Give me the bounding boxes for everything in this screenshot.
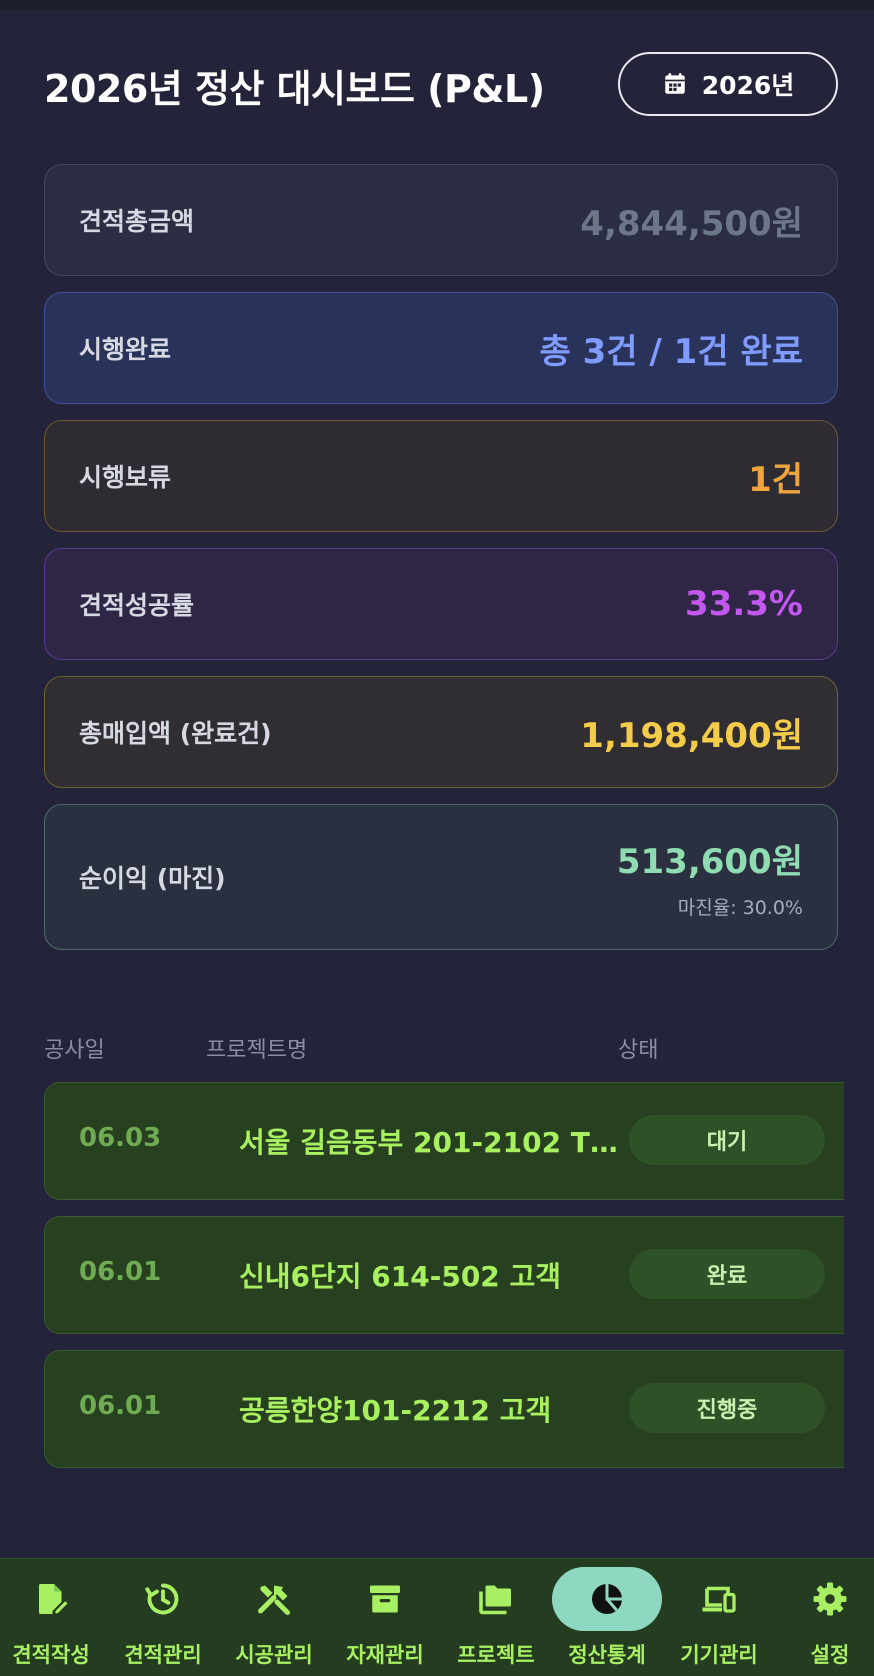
nav-item-devices[interactable]: 기기관리: [664, 1559, 774, 1676]
status-badge[interactable]: 진행중: [629, 1383, 825, 1433]
on-hold-card: 시행보류 1건: [44, 420, 838, 532]
nav-label: 정산통계: [568, 1643, 646, 1667]
calendar-icon: [664, 73, 685, 94]
purchase-total-value: 1,198,400원: [580, 715, 803, 756]
nav-item-construction[interactable]: 시공관리: [219, 1559, 329, 1676]
header: 2026년 정산 대시보드 (P&L) 2026년: [44, 52, 838, 116]
nav-label: 자재관리: [346, 1643, 424, 1667]
quote-total-card: 견적총금액 4,844,500원: [44, 164, 838, 276]
row-date: 06.01: [79, 1257, 162, 1287]
row-date: 06.03: [79, 1123, 162, 1153]
row-project: 공릉한양101-2212 고객: [239, 1394, 552, 1427]
on-hold-label: 시행보류: [79, 463, 172, 492]
column-date: 공사일: [44, 1038, 105, 1063]
pie-chart-icon: [592, 1584, 622, 1614]
net-profit-label: 순이익 (마진): [79, 864, 226, 893]
page-title: 2026년 정산 대시보드 (P&L): [44, 67, 545, 111]
tools-icon: [257, 1585, 291, 1616]
nav-label: 견적관리: [124, 1643, 202, 1667]
nav-item-project[interactable]: 프로젝트: [441, 1559, 551, 1676]
column-status: 상태: [618, 1038, 659, 1063]
column-project: 프로젝트명: [206, 1038, 308, 1063]
nav-label: 견적작성: [12, 1643, 90, 1667]
status-badge[interactable]: 완료: [629, 1249, 825, 1299]
nav-item-settlement[interactable]: 정산통계: [552, 1559, 662, 1676]
row-project: 서울 길음동부 201-2102 TEST: [239, 1126, 629, 1159]
purchase-total-label: 총매입액 (완료건): [79, 719, 272, 748]
quote-total-label: 견적총금액: [79, 207, 195, 236]
bottom-nav: 견적작성 견적관리 시공관리 자재관리 프로젝트 정산통계 기기관리 설정: [0, 1558, 874, 1676]
net-profit-value-group: 513,600원 마진율: 30.0%: [617, 834, 803, 920]
list-item[interactable]: 06.03 서울 길음동부 201-2102 TEST 대기: [44, 1082, 844, 1200]
list-item[interactable]: 06.01 공릉한양101-2212 고객 진행중: [44, 1350, 844, 1468]
nav-item-settings[interactable]: 설정: [775, 1559, 874, 1676]
success-rate-label: 견적성공률: [79, 591, 195, 620]
on-hold-value: 1건: [748, 459, 803, 500]
devices-icon: [702, 1586, 736, 1613]
year-select-button[interactable]: 2026년: [618, 52, 838, 116]
document-edit-icon: [39, 1584, 68, 1614]
quote-total-value: 4,844,500원: [580, 203, 803, 244]
row-date: 06.01: [79, 1391, 162, 1421]
nav-label: 시공관리: [235, 1643, 313, 1667]
margin-rate: 마진율: 30.0%: [677, 897, 803, 919]
completed-value: 총 3건 / 1건 완료: [539, 331, 803, 372]
list-item[interactable]: 06.01 신내6단지 614-502 고객 완료: [44, 1216, 844, 1334]
status-badge[interactable]: 대기: [629, 1115, 825, 1165]
folders-icon: [479, 1585, 511, 1615]
net-profit-card: 순이익 (마진) 513,600원 마진율: 30.0%: [44, 804, 838, 950]
list-header: 공사일 프로젝트명 상태: [44, 1032, 838, 1064]
gear-icon: [813, 1582, 847, 1616]
nav-item-materials[interactable]: 자재관리: [330, 1559, 440, 1676]
success-rate-value: 33.3%: [685, 584, 803, 624]
nav-item-quote-create[interactable]: 견적작성: [0, 1559, 106, 1676]
net-profit-value: 513,600원: [616, 842, 803, 882]
nav-item-quote-manage[interactable]: 견적관리: [108, 1559, 218, 1676]
completed-label: 시행완료: [79, 335, 172, 364]
completed-card: 시행완료 총 3건 / 1건 완료: [44, 292, 838, 404]
archive-box-icon: [370, 1585, 400, 1613]
nav-label: 기기관리: [680, 1643, 758, 1667]
success-rate-card: 견적성공률 33.3%: [44, 548, 838, 660]
year-label: 2026년: [701, 71, 795, 100]
history-icon: [145, 1583, 179, 1615]
dashboard-page: 2026년 정산 대시보드 (P&L) 2026년 견적총금액 4,844,50…: [0, 0, 874, 1676]
row-project: 신내6단지 614-502 고객: [239, 1260, 562, 1293]
purchase-total-card: 총매입액 (완료건) 1,198,400원: [44, 676, 838, 788]
nav-label: 프로젝트: [457, 1643, 535, 1667]
status-bar: [0, 0, 874, 10]
nav-label: 설정: [810, 1643, 850, 1667]
